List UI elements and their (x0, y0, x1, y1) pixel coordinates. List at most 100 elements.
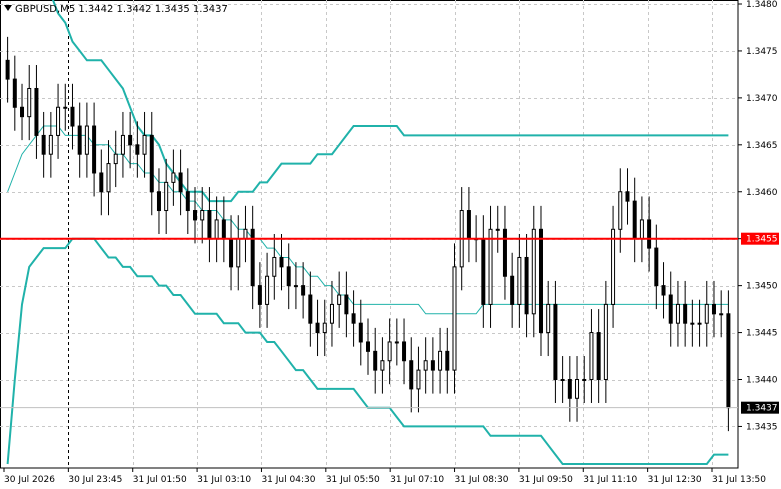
candle-body (517, 256, 522, 305)
candle-body (387, 341, 392, 362)
time-axis[interactable]: 30 Jul 2026 30 Jul 23:45 31 Jul 01:50 31 Ju… (3, 468, 766, 485)
candle-body (488, 228, 493, 305)
candle-body (711, 303, 716, 315)
candle-body (654, 247, 659, 287)
candle-body (344, 294, 349, 315)
candle-body (394, 341, 399, 344)
candle-body (5, 59, 10, 80)
candle-body (265, 275, 270, 305)
candle-body (409, 360, 414, 390)
candle-body (538, 228, 543, 334)
candle-body (416, 369, 421, 390)
candle-body (279, 256, 284, 268)
y-tick-label: 1.3450 (746, 282, 778, 292)
candle-body (373, 350, 378, 371)
x-tick-label: 31 Jul 01:50 (133, 475, 187, 485)
symbol-timeframe: GBPUSD,M5 (15, 4, 76, 15)
candle-body (668, 294, 673, 324)
candle-body (575, 379, 580, 399)
candle-body (27, 87, 32, 118)
candle-body (56, 106, 61, 136)
candle-body (683, 303, 688, 324)
candlestick-chart: 1.3480 1.3475 1.3470 1.3465 1.3460 1.3455 1.34… (0, 0, 779, 485)
candle-body (495, 228, 500, 231)
candle-body (214, 219, 219, 240)
candle-body (611, 228, 616, 305)
candle-body (647, 219, 652, 249)
candle-body (502, 228, 507, 277)
candle-body (531, 228, 536, 315)
candle-body (697, 322, 702, 325)
candle-body (193, 210, 198, 221)
y-tick-label: 1.3475 (746, 47, 778, 57)
candle-body (726, 313, 731, 409)
x-tick-label: 31 Jul 12:30 (648, 475, 702, 485)
candle-body (257, 285, 262, 305)
candle-body (171, 172, 176, 183)
candle-body (690, 322, 695, 325)
y-tick-label: 1.3465 (746, 141, 778, 151)
candle-body (402, 341, 407, 362)
candle-body (618, 191, 623, 230)
candle-body (625, 191, 630, 202)
x-tick-label: 31 Jul 07:10 (390, 475, 444, 485)
candle-body (719, 313, 724, 316)
candle-body (20, 106, 25, 118)
candle-body (308, 294, 313, 324)
candle-body (675, 303, 680, 324)
candle-body (164, 181, 169, 212)
candle-body (596, 332, 601, 381)
candle-body (41, 134, 46, 155)
candle-body (358, 322, 363, 343)
candle-body (589, 332, 594, 381)
candle-body (84, 125, 89, 155)
candle-body (92, 125, 97, 174)
candle-body (286, 266, 291, 287)
x-tick-label: 31 Jul 03:10 (197, 475, 251, 485)
candle-body (337, 294, 342, 305)
candle-body (510, 275, 515, 305)
candle-body (207, 210, 212, 240)
candle-body (553, 303, 558, 381)
candle-body (120, 134, 125, 155)
candle-body (149, 134, 154, 193)
candle-body (34, 87, 39, 136)
candle-body (178, 172, 183, 193)
y-tick-label: 1.3480 (746, 0, 778, 10)
candle-body (48, 134, 53, 155)
x-tick-label: 31 Jul 04:30 (261, 475, 315, 485)
y-tick-label: 1.3445 (746, 329, 778, 339)
current-price-label: 1.3437 (746, 404, 778, 414)
candle-body (632, 200, 637, 240)
candle-body (524, 256, 529, 315)
x-tick-label: 31 Jul 09:50 (519, 475, 573, 485)
x-tick-label: 31 Jul 08:30 (455, 475, 509, 485)
candle-body (293, 285, 298, 288)
candle-body (380, 360, 385, 371)
candle-body (567, 379, 572, 399)
candle-body (200, 210, 205, 221)
candle-body (582, 379, 587, 382)
candle-body (99, 172, 104, 193)
candle-body (366, 341, 370, 352)
plot-frame (0, 0, 739, 469)
candle-body (661, 285, 666, 296)
candle-body (445, 350, 450, 371)
candle-body (438, 350, 443, 371)
x-tick-label: 30 Jul 23:45 (68, 475, 122, 485)
y-tick-label: 1.3435 (746, 422, 778, 432)
x-tick-label: 31 Jul 11:10 (583, 475, 637, 485)
candle-body (236, 238, 241, 268)
candle-body (156, 191, 161, 212)
candle-body (106, 163, 111, 193)
candle-body (142, 134, 147, 155)
x-tick-label: 31 Jul 13:50 (712, 475, 766, 485)
symbol-info: GBPUSD,M5 1.3442 1.3442 1.3435 1.3437 (4, 4, 228, 15)
candle-body (430, 360, 435, 371)
hline-price-label: 1.3455 (746, 235, 778, 245)
candle-body (423, 360, 428, 371)
grid (0, 0, 739, 469)
candle-body (301, 285, 306, 296)
candle-body (113, 153, 118, 165)
candle-body (70, 106, 75, 127)
